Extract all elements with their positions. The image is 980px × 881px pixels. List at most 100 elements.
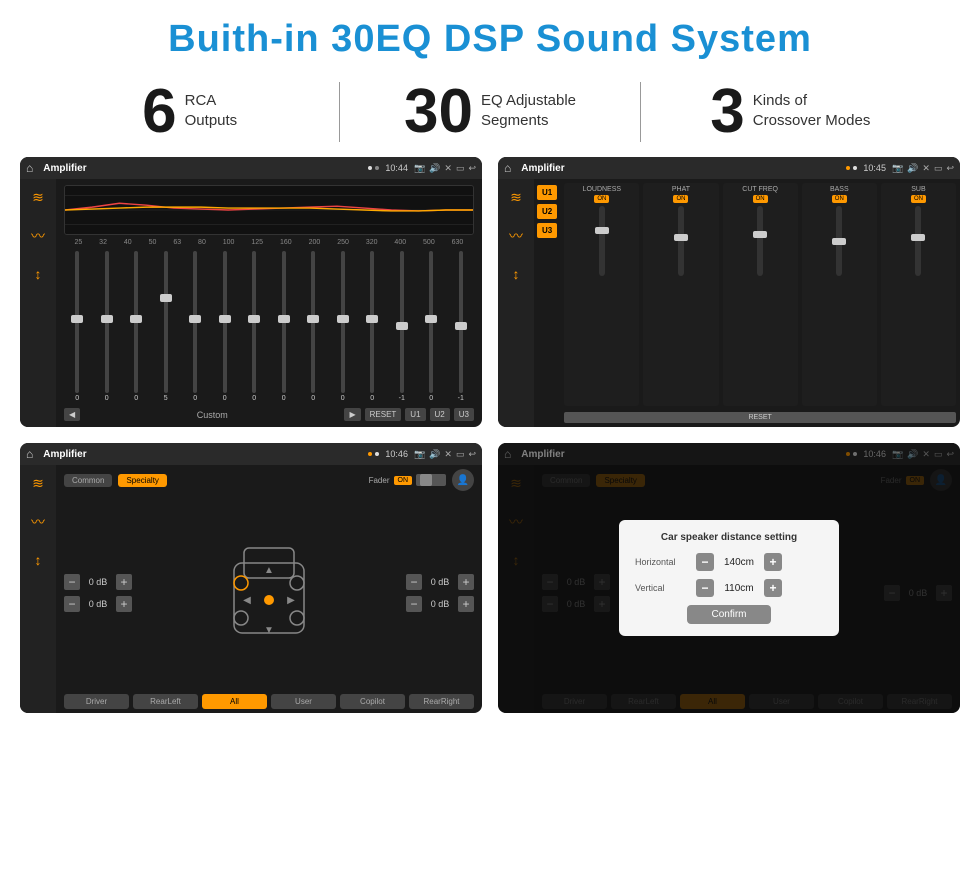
- fader-minus-4[interactable]: −: [406, 596, 422, 612]
- screen3-body: ≋ 〰 ↕ Common Specialty Fader ON: [20, 465, 482, 713]
- camera-icon-2: 📷: [892, 163, 903, 174]
- arrows-icon[interactable]: ↕: [35, 266, 42, 282]
- rearleft-btn[interactable]: RearLeft: [133, 694, 198, 709]
- screen3-title: Amplifier: [39, 449, 362, 460]
- wave-icon-2[interactable]: 〰: [509, 226, 523, 246]
- vertical-minus-btn[interactable]: −: [696, 579, 714, 597]
- cutfreq-slider[interactable]: [757, 206, 763, 276]
- fader-main: Common Specialty Fader ON 👤: [56, 465, 482, 713]
- tab-common[interactable]: Common: [64, 474, 112, 487]
- eq-slider-10[interactable]: 0: [359, 251, 386, 402]
- fader-slider[interactable]: [416, 474, 446, 486]
- fader-plus-2[interactable]: +: [116, 596, 132, 612]
- fader-plus-3[interactable]: +: [458, 574, 474, 590]
- eq-slider-8[interactable]: 0: [300, 251, 327, 402]
- eq-slider-3[interactable]: 5: [153, 251, 180, 402]
- tab-specialty[interactable]: Specialty: [118, 474, 166, 487]
- back-icon[interactable]: ↩: [468, 163, 476, 174]
- eq-slider-2[interactable]: 0: [123, 251, 150, 402]
- screen1-time: 10:44: [385, 163, 408, 173]
- u2-btn[interactable]: U2: [430, 408, 450, 421]
- stat-crossover: 3 Kinds ofCrossover Modes: [661, 81, 920, 143]
- user-btn[interactable]: User: [271, 694, 336, 709]
- home-icon-2[interactable]: ⌂: [504, 161, 511, 175]
- fader-minus-2[interactable]: −: [64, 596, 80, 612]
- eq-icon-2[interactable]: ≋: [510, 189, 522, 206]
- topbar-dots-2: [846, 166, 857, 170]
- fader-db-row-3: − 0 dB +: [406, 574, 474, 590]
- topbar-icons-3: 📷 🔊 ✕ ▭ ↩: [414, 449, 476, 460]
- confirm-button[interactable]: Confirm: [687, 605, 770, 624]
- reset-btn[interactable]: RESET: [365, 408, 402, 421]
- amp2-reset-btn[interactable]: RESET: [564, 412, 956, 423]
- phat-slider[interactable]: [678, 206, 684, 276]
- copilot-btn[interactable]: Copilot: [340, 694, 405, 709]
- eq-icon-3[interactable]: ≋: [32, 475, 44, 492]
- eq-slider-7[interactable]: 0: [271, 251, 298, 402]
- wave-icon[interactable]: 〰: [31, 226, 45, 246]
- u1-btn[interactable]: U1: [405, 408, 425, 421]
- fader-plus-1[interactable]: +: [116, 574, 132, 590]
- stats-row: 6 RCAOutputs 30 EQ AdjustableSegments 3 …: [0, 71, 980, 157]
- topbar-icons: 📷 🔊 ✕ ▭ ↩: [414, 163, 476, 174]
- volume-icon-3: 🔊: [429, 449, 440, 460]
- fader-minus-1[interactable]: −: [64, 574, 80, 590]
- preset-sidebar: U1 U2 U3: [534, 179, 560, 427]
- eq-slider-6[interactable]: 0: [241, 251, 268, 402]
- rearright-btn[interactable]: RearRight: [409, 694, 474, 709]
- driver-btn[interactable]: Driver: [64, 694, 129, 709]
- screen2-sidebar: ≋ 〰 ↕: [498, 179, 534, 427]
- vertical-plus-btn[interactable]: +: [764, 579, 782, 597]
- eq-icon[interactable]: ≋: [32, 189, 44, 206]
- u3-preset-btn[interactable]: U3: [537, 223, 557, 238]
- dot-white-3: [375, 452, 379, 456]
- ch-bass: BASS ON: [802, 183, 877, 406]
- stat-rca-number: 6: [142, 81, 176, 143]
- fader-on[interactable]: ON: [394, 476, 413, 485]
- home-icon[interactable]: ⌂: [26, 161, 33, 175]
- horizontal-minus-btn[interactable]: −: [696, 553, 714, 571]
- u2-preset-btn[interactable]: U2: [537, 204, 557, 219]
- fader-plus-4[interactable]: +: [458, 596, 474, 612]
- fader-db-row-4: − 0 dB +: [406, 596, 474, 612]
- dot-white2: [853, 166, 857, 170]
- car-diagram: ▲ ▼ ◀ ▶: [219, 533, 319, 653]
- camera-icon-3: 📷: [414, 449, 425, 460]
- bass-slider[interactable]: [836, 206, 842, 276]
- stat-rca: 6 RCAOutputs: [60, 81, 319, 143]
- all-btn[interactable]: All: [202, 694, 267, 709]
- eq-slider-1[interactable]: 0: [94, 251, 121, 402]
- eq-slider-9[interactable]: 0: [330, 251, 357, 402]
- eq-slider-13[interactable]: -1: [448, 251, 475, 402]
- horizontal-plus-btn[interactable]: +: [764, 553, 782, 571]
- profile-icon[interactable]: 👤: [452, 469, 474, 491]
- eq-sliders: 0 0 0 5 0: [64, 249, 474, 404]
- svg-text:◀: ◀: [243, 595, 251, 606]
- arrows-icon-2[interactable]: ↕: [513, 266, 520, 282]
- eq-slider-5[interactable]: 0: [212, 251, 239, 402]
- prev-preset-btn[interactable]: ◀: [64, 408, 80, 421]
- back-icon-3[interactable]: ↩: [468, 449, 476, 460]
- eq-main: 25 32 40 50 63 80 100 125 160 200 250 32…: [56, 179, 482, 427]
- stat-eq: 30 EQ AdjustableSegments: [360, 81, 619, 143]
- eq-slider-12[interactable]: 0: [418, 251, 445, 402]
- screen-amp: ⌂ Amplifier 10:45 📷 🔊 ✕ ▭ ↩ ≋ 〰 ↕: [498, 157, 960, 427]
- u3-btn[interactable]: U3: [454, 408, 474, 421]
- fader-minus-3[interactable]: −: [406, 574, 422, 590]
- eq-slider-11[interactable]: -1: [389, 251, 416, 402]
- wave-icon-3[interactable]: 〰: [31, 512, 45, 532]
- svg-text:▼: ▼: [264, 625, 274, 636]
- back-icon-2[interactable]: ↩: [946, 163, 954, 174]
- home-icon-3[interactable]: ⌂: [26, 447, 33, 461]
- next-preset-btn[interactable]: ▶: [344, 408, 360, 421]
- sub-slider[interactable]: [915, 206, 921, 276]
- eq-slider-4[interactable]: 0: [182, 251, 209, 402]
- screen2-title: Amplifier: [517, 163, 840, 174]
- u1-preset-btn[interactable]: U1: [537, 185, 557, 200]
- loudness-slider[interactable]: [599, 206, 605, 276]
- eq-slider-0[interactable]: 0: [64, 251, 91, 402]
- stat-eq-label: EQ AdjustableSegments: [481, 81, 576, 130]
- fader-db-4: 0 dB: [426, 599, 454, 609]
- arrows-icon-3[interactable]: ↕: [35, 552, 42, 568]
- screen1-title: Amplifier: [39, 163, 362, 174]
